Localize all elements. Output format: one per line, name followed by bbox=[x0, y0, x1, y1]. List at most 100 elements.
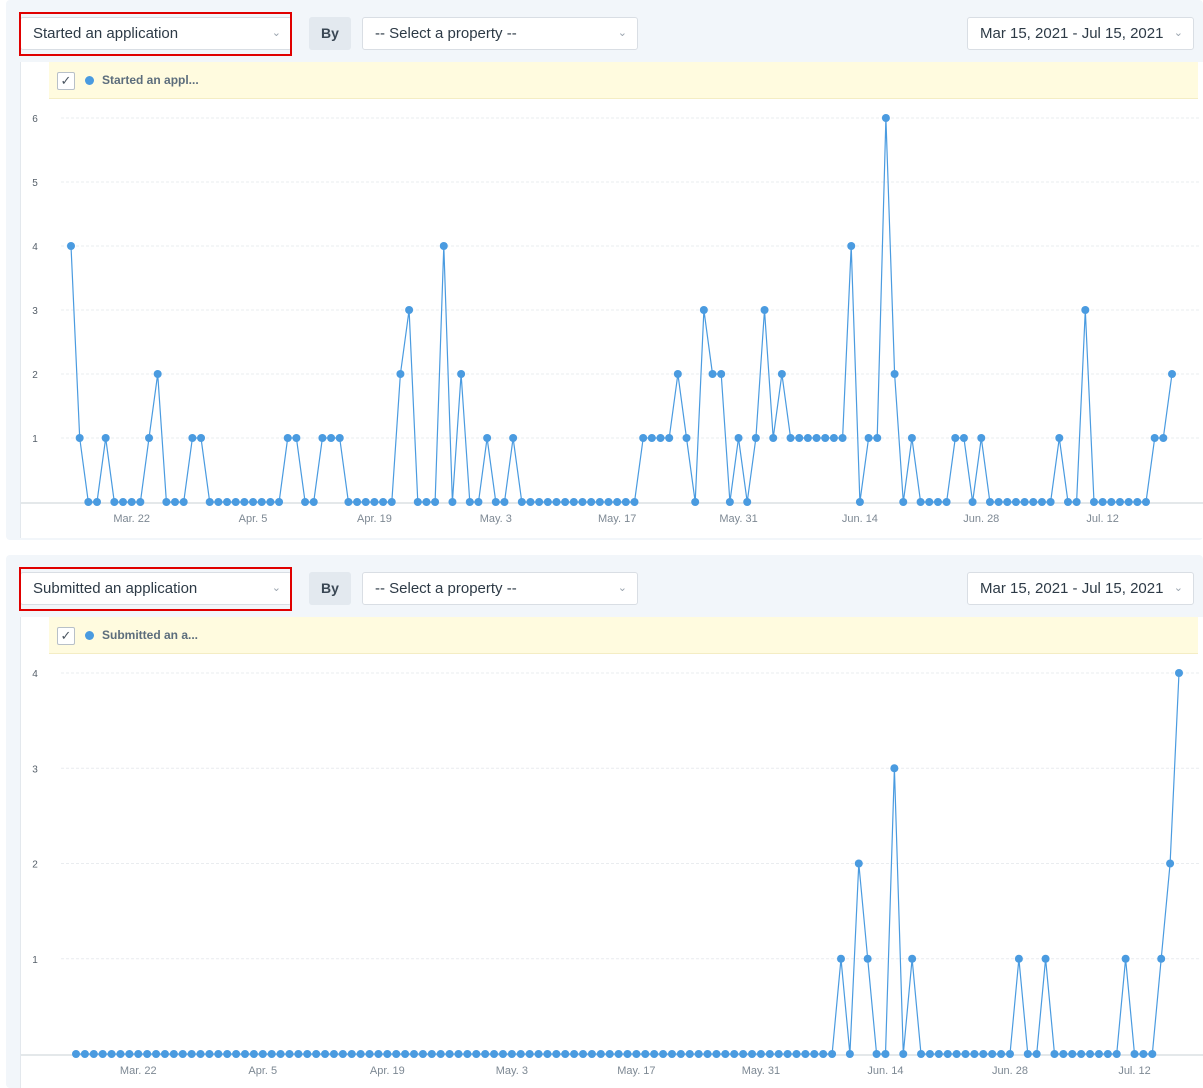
data-point bbox=[431, 498, 440, 506]
check-icon: ✓ bbox=[60, 628, 72, 643]
data-point bbox=[994, 498, 1003, 506]
data-point bbox=[457, 370, 466, 378]
data-point bbox=[321, 1050, 330, 1058]
data-point bbox=[712, 1050, 721, 1058]
data-point bbox=[356, 1050, 365, 1058]
data-point bbox=[80, 1050, 89, 1058]
by-button[interactable]: By bbox=[309, 17, 351, 50]
property-select[interactable]: -- Select a property -- ⌄ bbox=[362, 572, 638, 605]
y-tick-label: 1 bbox=[32, 434, 38, 445]
data-point bbox=[1168, 370, 1176, 378]
x-tick-label: Mar. 22 bbox=[113, 513, 150, 525]
data-point bbox=[756, 1050, 765, 1058]
property-select-value: -- Select a property -- bbox=[375, 580, 517, 597]
data-point bbox=[1175, 669, 1183, 677]
data-point bbox=[630, 498, 639, 506]
data-point bbox=[552, 1050, 561, 1058]
data-point bbox=[214, 498, 223, 506]
data-point bbox=[907, 434, 916, 442]
data-point bbox=[1050, 1050, 1059, 1058]
data-point bbox=[943, 1050, 952, 1058]
date-range-select[interactable]: Mar 15, 2021 - Jul 15, 2021 ⌄ bbox=[967, 572, 1194, 605]
data-point bbox=[632, 1050, 641, 1058]
data-point bbox=[1059, 1050, 1068, 1058]
data-point bbox=[650, 1050, 659, 1058]
data-point bbox=[561, 498, 570, 506]
data-point bbox=[1157, 954, 1166, 963]
data-point bbox=[283, 434, 292, 442]
x-tick-label: Jun. 28 bbox=[992, 1065, 1028, 1077]
toolbar: Started an application ⌄ By -- Select a … bbox=[6, 0, 1203, 62]
event-select-value: Started an application bbox=[33, 25, 179, 42]
data-point bbox=[125, 1050, 134, 1058]
data-point bbox=[136, 498, 145, 506]
chevron-down-icon: ⌄ bbox=[271, 582, 281, 594]
data-point bbox=[933, 498, 942, 506]
data-point bbox=[769, 434, 778, 442]
data-point bbox=[1023, 1050, 1032, 1058]
data-point bbox=[659, 1050, 668, 1058]
data-point bbox=[267, 1050, 276, 1058]
legend-checkbox[interactable]: ✓ bbox=[57, 627, 75, 645]
data-point bbox=[673, 370, 682, 378]
y-tick-label: 5 bbox=[32, 178, 38, 189]
data-point bbox=[448, 498, 457, 506]
by-button[interactable]: By bbox=[309, 572, 351, 605]
data-point bbox=[952, 1050, 961, 1058]
data-point bbox=[942, 498, 951, 506]
event-select-value: Submitted an application bbox=[33, 580, 198, 597]
data-point bbox=[169, 1050, 178, 1058]
date-range-select[interactable]: Mar 15, 2021 - Jul 15, 2021 ⌄ bbox=[967, 17, 1194, 50]
data-point bbox=[977, 434, 986, 442]
data-point bbox=[107, 1050, 116, 1058]
data-point bbox=[110, 498, 119, 506]
data-point bbox=[344, 498, 353, 506]
line-chart: 1 2 3 4 Mar. 22 Apr. 5 Apr. 19 May. 3 May. 17 May… bbox=[21, 669, 1203, 1077]
data-point bbox=[863, 954, 872, 963]
data-point bbox=[439, 242, 448, 250]
data-point bbox=[819, 1050, 828, 1058]
data-point bbox=[507, 1050, 516, 1058]
data-point bbox=[1148, 1050, 1157, 1058]
data-point bbox=[1150, 434, 1159, 442]
data-point bbox=[821, 434, 830, 442]
data-point bbox=[1063, 498, 1072, 506]
data-point bbox=[1139, 1050, 1148, 1058]
data-point bbox=[1081, 306, 1090, 314]
data-point bbox=[93, 498, 102, 506]
legend-dot-icon bbox=[85, 631, 94, 640]
data-point bbox=[285, 1050, 294, 1058]
data-point bbox=[873, 434, 882, 442]
event-select[interactable]: Started an application ⌄ bbox=[20, 17, 292, 50]
data-point bbox=[335, 434, 344, 442]
data-point bbox=[760, 306, 769, 314]
data-point bbox=[472, 1050, 481, 1058]
event-select[interactable]: Submitted an application ⌄ bbox=[20, 572, 292, 605]
legend-checkbox[interactable]: ✓ bbox=[57, 72, 75, 90]
data-point bbox=[968, 498, 977, 506]
data-point bbox=[1107, 498, 1116, 506]
data-point bbox=[75, 434, 84, 442]
data-point bbox=[214, 1050, 223, 1058]
data-point bbox=[257, 498, 266, 506]
data-point bbox=[587, 498, 596, 506]
data-point bbox=[988, 1050, 997, 1058]
data-point bbox=[232, 1050, 241, 1058]
data-point bbox=[309, 498, 318, 506]
data-point bbox=[465, 498, 474, 506]
data-point bbox=[205, 498, 214, 506]
data-point bbox=[89, 1050, 98, 1058]
data-point bbox=[534, 1050, 543, 1058]
x-tick-label: Jun. 14 bbox=[867, 1065, 903, 1077]
data-point bbox=[934, 1050, 943, 1058]
data-point bbox=[474, 498, 483, 506]
data-point bbox=[703, 1050, 712, 1058]
property-select[interactable]: -- Select a property -- ⌄ bbox=[362, 17, 638, 50]
data-point bbox=[525, 1050, 534, 1058]
data-point bbox=[682, 434, 691, 442]
y-tick-label: 4 bbox=[32, 242, 38, 253]
data-point bbox=[561, 1050, 570, 1058]
data-point bbox=[491, 498, 500, 506]
data-point bbox=[734, 434, 743, 442]
data-point bbox=[318, 434, 327, 442]
